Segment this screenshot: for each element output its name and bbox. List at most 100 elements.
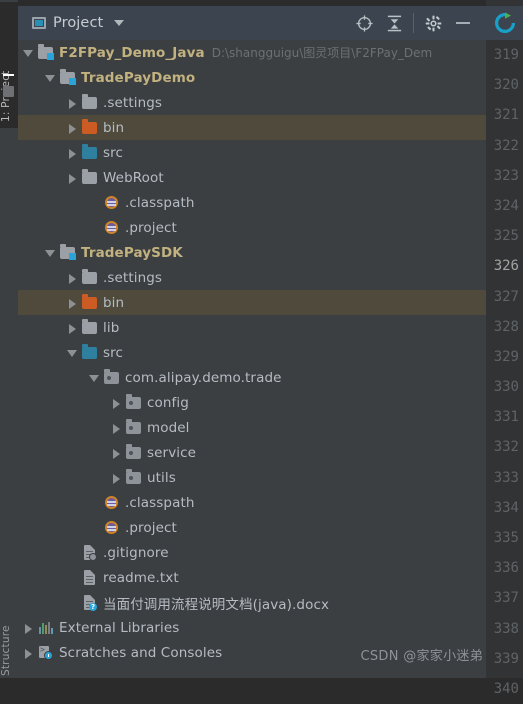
line-number[interactable]: 330 — [486, 372, 523, 402]
source-folder-icon — [82, 144, 97, 159]
tree-row-icon: ? — [81, 595, 98, 611]
tree-row[interactable]: service — [18, 440, 486, 465]
collapse-all-icon — [387, 15, 401, 32]
tool-tab-project[interactable]: 1: Project — [0, 2, 18, 128]
tree-row[interactable]: readme.txt — [18, 565, 486, 590]
tree-row[interactable]: bin — [18, 115, 486, 140]
tree-row[interactable]: .project — [18, 215, 486, 240]
line-number[interactable]: 328 — [486, 312, 523, 342]
chevron-right-icon[interactable] — [66, 271, 79, 284]
tree-row[interactable]: config — [18, 390, 486, 415]
tool-tab-structure[interactable]: Structure — [0, 586, 18, 676]
tree-row[interactable]: bin — [18, 290, 486, 315]
chevron-right-icon[interactable] — [66, 321, 79, 334]
chevron-right-icon[interactable] — [110, 471, 123, 484]
line-number[interactable]: 333 — [486, 463, 523, 493]
chevron-down-icon[interactable] — [88, 371, 101, 384]
tree-row[interactable]: lib — [18, 315, 486, 340]
tree-row[interactable]: .settings — [18, 90, 486, 115]
line-number[interactable]: 335 — [486, 523, 523, 553]
line-number[interactable]: 336 — [486, 553, 523, 583]
line-number[interactable]: 322 — [486, 131, 523, 161]
tree-row[interactable]: ? 当面付调用流程说明文档(java).docx — [18, 590, 486, 615]
collapse-all-button[interactable] — [379, 8, 409, 38]
line-number[interactable]: 332 — [486, 432, 523, 462]
tree-row-icon — [59, 69, 76, 85]
tree-row[interactable]: src — [18, 340, 486, 365]
line-number[interactable]: 324 — [486, 191, 523, 221]
locate-target-button[interactable] — [349, 8, 379, 38]
tree-row[interactable]: .settings — [18, 265, 486, 290]
chevron-right-icon[interactable] — [66, 171, 79, 184]
chevron-right-icon[interactable] — [22, 646, 35, 659]
package-icon — [126, 469, 141, 484]
chevron-right-icon[interactable] — [66, 121, 79, 134]
line-number[interactable]: 329 — [486, 342, 523, 372]
tool-strip-button[interactable] — [3, 86, 14, 97]
tree-row-icon — [81, 570, 98, 585]
chevron-right-icon[interactable] — [110, 446, 123, 459]
chevron-right-icon[interactable] — [22, 621, 35, 634]
tree-row[interactable]: src — [18, 140, 486, 165]
package-icon — [104, 369, 119, 384]
tree-row-label: model — [147, 419, 190, 436]
chevron-right-icon[interactable] — [66, 96, 79, 109]
tree-row-icon — [125, 469, 142, 485]
settings-button[interactable] — [418, 8, 448, 38]
tree-row[interactable]: .gitignore — [18, 540, 486, 565]
chevron-right-icon[interactable] — [110, 396, 123, 409]
line-number[interactable]: 338 — [486, 614, 523, 644]
tree-row[interactable]: .classpath — [18, 490, 486, 515]
chevron-down-icon[interactable] — [66, 346, 79, 359]
chevron-down-icon[interactable] — [22, 46, 35, 59]
chevron-down-icon[interactable] — [114, 20, 125, 26]
tree-row[interactable]: TradePayDemo — [18, 65, 486, 90]
refresh-button[interactable] — [486, 6, 523, 40]
package-icon — [126, 419, 141, 434]
tree-row-icon — [103, 495, 120, 510]
tree-row-label: TradePayDemo — [81, 69, 196, 86]
chevron-down-icon[interactable] — [44, 246, 57, 259]
line-number[interactable]: 325 — [486, 221, 523, 251]
tree-row[interactable]: utils — [18, 465, 486, 490]
line-number[interactable]: 339 — [486, 644, 523, 674]
tree-row[interactable]: Scratches and Consoles — [18, 640, 486, 665]
tree-row-label: .gitignore — [103, 544, 169, 561]
line-number[interactable]: 327 — [486, 282, 523, 312]
line-number[interactable]: 331 — [486, 402, 523, 432]
module-folder-icon — [38, 44, 54, 60]
line-number[interactable]: 320 — [486, 70, 523, 100]
ignored-file-icon — [84, 545, 97, 561]
project-tree[interactable]: F2FPay_Demo_Java D:\shangguigu\图灵项目\F2FPa… — [18, 40, 486, 678]
tree-row[interactable]: WebRoot — [18, 165, 486, 190]
line-number[interactable]: 337 — [486, 583, 523, 613]
tree-row[interactable]: TradePaySDK — [18, 240, 486, 265]
minimize-button[interactable] — [448, 8, 478, 38]
tree-row-icon — [81, 344, 98, 360]
tree-row[interactable]: External Libraries — [18, 615, 486, 640]
eclipse-file-icon — [105, 196, 118, 209]
line-number[interactable]: 323 — [486, 161, 523, 191]
tree-row[interactable]: com.alipay.demo.trade — [18, 365, 486, 390]
line-number[interactable]: 340 — [486, 674, 523, 704]
tree-row[interactable]: model — [18, 415, 486, 440]
chevron-right-icon[interactable] — [110, 421, 123, 434]
line-number[interactable]: 326 — [486, 251, 523, 281]
line-number[interactable]: 321 — [486, 100, 523, 130]
line-number[interactable]: 319 — [486, 40, 523, 70]
tree-row[interactable]: .project — [18, 515, 486, 540]
tree-row-label: bin — [103, 119, 125, 136]
tree-row[interactable]: F2FPay_Demo_Java D:\shangguigu\图灵项目\F2FPa… — [18, 40, 486, 65]
folder-icon — [82, 94, 97, 109]
chevron-right-icon[interactable] — [66, 146, 79, 159]
chevron-down-icon[interactable] — [44, 71, 57, 84]
editor-line-number-gutter[interactable]: 319 320 321 322 323 324 325 326 327 328 329 330 331 3… — [486, 40, 523, 697]
tree-row[interactable]: .classpath — [18, 190, 486, 215]
module-folder-icon — [60, 69, 76, 85]
line-number[interactable]: 334 — [486, 493, 523, 523]
project-tool-window-header: Project — [18, 6, 486, 40]
chevron-right-icon[interactable] — [66, 296, 79, 309]
gutter-top-stub — [486, 0, 523, 6]
refresh-icon — [494, 12, 515, 33]
project-title-group[interactable]: Project — [18, 15, 125, 31]
